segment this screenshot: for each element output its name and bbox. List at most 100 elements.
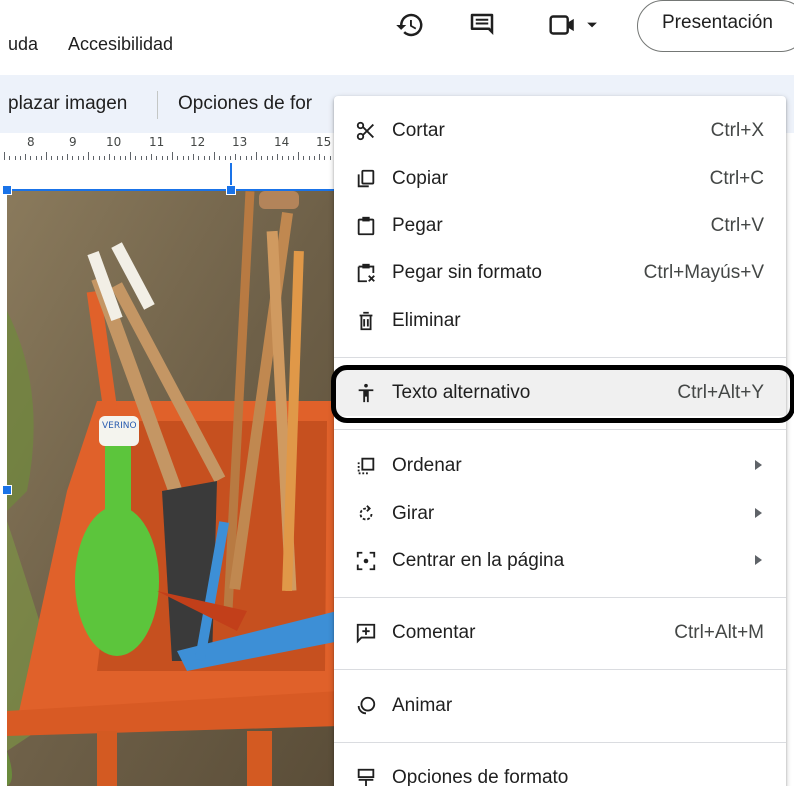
ruler-tick [82,156,84,160]
menu-divider [334,429,786,430]
ruler-tick [56,156,58,160]
menu-divider [334,357,786,358]
ruler-tick [271,156,273,160]
resize-handle-left[interactable] [2,485,12,495]
ruler-tick [214,152,215,160]
ruler-tick [93,156,95,160]
context-menu: Cortar Ctrl+X Copiar Ctrl+C Pegar Ctrl+V… [334,96,786,786]
submenu-arrow-icon [755,555,762,565]
menu-item-shortcut: Ctrl+X [710,120,764,141]
ruler-number: 13 [232,135,248,149]
menu-item-cut[interactable]: Cortar Ctrl+X [334,108,786,154]
format-options-button[interactable]: Opciones de for [178,93,312,115]
video-call-icon[interactable] [545,8,605,42]
format-options-icon [354,766,378,786]
ruler-tick [313,156,315,160]
ruler-tick [292,156,294,160]
menu-item-label: Centrar en la página [392,550,565,571]
menu-item-label: Pegar [392,215,443,236]
ruler-tick [61,156,63,160]
ruler-tick [114,156,116,160]
menu-item-label: Pegar sin formato [392,262,542,283]
canvas-margin [0,163,340,191]
ruler-tick [266,156,268,160]
menu-item-paste[interactable]: Pegar Ctrl+V [334,203,786,249]
arrange-icon [354,454,378,478]
menu-accessibility[interactable]: Accesibilidad [68,34,173,55]
menu-item-label: Opciones de formato [392,767,569,786]
ruler-tick [109,154,110,160]
scissors-icon [354,119,378,143]
ruler-tick [98,156,100,160]
highlight-ring [331,365,794,423]
history-icon[interactable] [393,8,427,42]
menu-help[interactable]: uda [8,34,38,55]
ruler-tick [145,156,147,160]
ruler-number: 10 [106,135,122,149]
menu-item-center[interactable]: Centrar en la página [334,538,786,584]
horizontal-ruler[interactable]: 8 9 10 11 12 13 14 15 [0,133,340,163]
ruler-tick [67,154,68,160]
ruler-tick [319,154,320,160]
replace-image-button[interactable]: plazar imagen [8,93,127,115]
submenu-arrow-icon [755,460,762,470]
center-icon [354,549,378,573]
ruler-tick [235,154,236,160]
selected-image[interactable]: VERINO [7,191,340,786]
ruler-tick [72,156,74,160]
ruler-tick [229,156,231,160]
menu-item-label: Animar [392,695,453,716]
menu-divider [334,669,786,670]
ruler-tick [298,152,299,160]
ruler-tick [135,156,137,160]
ruler-tick [30,156,32,160]
menu-item-rotate[interactable]: Girar [334,491,786,537]
resize-handle-top-left[interactable] [2,185,12,195]
ruler-tick [245,156,247,160]
ruler-tick [198,156,200,160]
ruler-tick [240,156,242,160]
menu-item-animate[interactable]: Animar [334,683,786,729]
ruler-tick [14,156,16,160]
ruler-tick [250,156,252,160]
menu-item-comment[interactable]: Comentar Ctrl+Alt+M [334,610,786,656]
ruler-tick [140,156,142,160]
comment-add-icon [354,621,378,645]
selection-border-top [7,189,337,191]
ruler-tick [303,156,305,160]
menu-divider [334,742,786,743]
watering-can-tag: VERINO [102,421,137,431]
trash-icon [354,309,378,333]
menu-item-label: Cortar [392,120,445,141]
ruler-number: 11 [149,135,165,149]
ruler-tick [324,156,326,160]
ruler-tick [19,156,21,160]
menu-item-shortcut: Ctrl+C [709,168,764,189]
animate-icon [354,694,378,718]
ruler-tick [256,152,257,160]
ruler-tick [208,156,210,160]
ruler-tick [287,156,289,160]
resize-handle-top[interactable] [226,185,236,195]
menu-item-label: Ordenar [392,455,462,476]
menu-item-paste-plain[interactable]: Pegar sin formato Ctrl+Mayús+V [334,250,786,296]
comments-icon[interactable] [465,8,499,42]
menu-item-arrange[interactable]: Ordenar [334,443,786,489]
ruler-tick [51,156,53,160]
ruler-tick [130,152,131,160]
menu-item-delete[interactable]: Eliminar [334,298,786,344]
ruler-tick [156,156,158,160]
ruler-number: 12 [190,135,206,149]
ruler-tick [40,156,42,160]
toolbar-divider [157,91,158,119]
menu-item-format-options[interactable]: Opciones de formato [334,755,786,786]
ruler-tick [224,156,226,160]
menu-item-copy[interactable]: Copiar Ctrl+C [334,156,786,202]
top-bar: uda Accesibilidad Presentación [0,0,794,75]
ruler-number: 9 [69,135,77,149]
ruler-tick [172,152,173,160]
menu-item-label: Eliminar [392,310,461,331]
ruler-tick [177,156,179,160]
menu-item-shortcut: Ctrl+V [710,215,764,236]
submenu-arrow-icon [755,508,762,518]
